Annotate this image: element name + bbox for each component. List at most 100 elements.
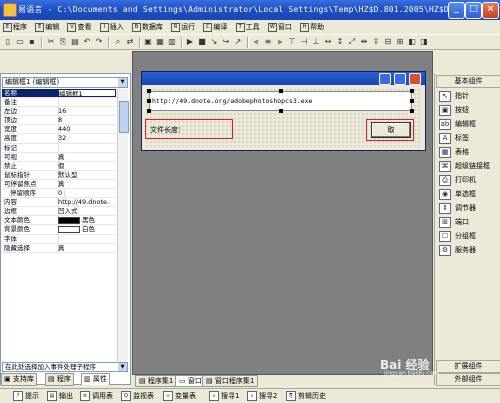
center-h-icon[interactable]: ⊟ [383,37,393,47]
menu-tools[interactable]: T 工具 [233,20,263,34]
property-row[interactable]: 文本颜色 黑色 [2,216,116,226]
tab-search1[interactable]: ⌕ 搜寻1 [209,391,239,401]
menu-run[interactable]: R 运行 [168,20,198,34]
property-row[interactable]: 名称 编辑框1 [2,89,116,99]
tab-assembly1[interactable]: ▤ 程序集1 [135,375,178,387]
property-row[interactable]: 可停留焦点真 [2,179,116,190]
component-label[interactable]: A 标签 [439,132,499,144]
basic-components-header[interactable]: 基本组件 [436,75,500,88]
menu-edit[interactable]: E 编辑 [32,20,62,34]
run-icon[interactable]: ▶ [185,37,195,47]
component-radio[interactable]: ◉ 单选框 [439,188,499,200]
step-over-icon[interactable]: ↪ [221,37,231,47]
copy-icon[interactable]: ⎘ [58,37,68,47]
property-row[interactable]: 字体 [2,234,116,244]
step-into-icon[interactable]: ↘ [209,37,219,47]
undo-icon[interactable]: ↶ [82,37,92,47]
property-row[interactable]: 内容 http://49.dnote. [2,198,116,208]
align-bottom-icon[interactable]: ⊥ [311,37,321,47]
hspace-icon[interactable]: ⇹ [359,37,369,47]
menu-view[interactable]: V 查看 [64,20,94,34]
find-icon[interactable]: ⌕ [113,37,123,47]
property-row[interactable]: 宽度 440 [2,125,116,135]
tab-search2[interactable]: ⌕ 搜寻2 [247,391,277,401]
bring-front-icon[interactable]: ◧ [407,37,417,47]
close-button[interactable]: × [482,2,499,19]
tab-program[interactable]: ▤ 程序 [45,373,74,386]
menu-help[interactable]: H 帮助 [297,20,327,34]
url-edit-box[interactable]: http://49.dnote.org/adobephotoshopcs3.ex… [149,91,412,111]
cut-icon[interactable]: ✂ [46,37,56,47]
property-row[interactable]: 标记 [2,143,116,153]
component-table[interactable]: ▦ 表格 [439,146,499,158]
stop-icon[interactable]: ■ [197,37,207,47]
component-port[interactable]: ⊞ 端口 [439,216,499,228]
property-row[interactable]: 背景颜色 白色 [2,225,116,235]
resize-handle[interactable] [147,99,151,103]
tab-clip-history[interactable]: ⎘ 剪辑历史 [286,391,326,401]
extended-components-header[interactable]: 扩展组件 [436,360,500,373]
resize-handle[interactable] [147,109,151,113]
component-pointer[interactable]: ↖ 指针 [439,90,499,102]
align-left-icon[interactable]: ⫷ [251,37,261,47]
new-icon[interactable]: ▯ [3,37,13,47]
component-hyperlink[interactable]: ⌘ 超级链接框 [439,160,499,172]
property-row[interactable]: 禁止假 [2,161,116,171]
vspace-icon[interactable]: ⇳ [371,37,381,47]
component-button[interactable]: ▣ 按钮 [439,104,499,116]
step-out-icon[interactable]: ↗ [233,37,243,47]
tab-variables[interactable]: ∞ 变量表 [163,391,196,401]
same-height-icon[interactable]: ↕ [335,37,345,47]
component-server[interactable]: ⚙ 服务器 [439,244,499,256]
minimize-button[interactable]: _ [448,2,465,19]
same-size-icon[interactable]: ⤢ [347,37,357,47]
align-middle-icon[interactable]: ⊣ [299,37,309,47]
property-row[interactable]: 备注 [2,98,116,108]
open-icon[interactable]: ▭ [15,37,25,47]
property-row[interactable]: 高度 32 [2,134,116,144]
redo-icon[interactable]: ↷ [94,37,104,47]
send-back-icon[interactable]: ◨ [419,37,429,47]
object-selector[interactable]: 编辑框1 (编辑框) ▼ [2,77,128,88]
chevron-down-icon[interactable]: ▼ [118,363,127,371]
chevron-down-icon[interactable]: ▼ [118,78,127,87]
property-row[interactable]: 顶边 8 [2,116,116,126]
component-groupbox[interactable]: ☐ 分组框 [439,230,499,242]
tab-properties[interactable]: ▥ 属性 [81,373,110,385]
tab-support-library[interactable]: ▣ 支持库 [1,373,37,386]
resize-handle[interactable] [147,89,151,93]
menu-compile[interactable]: C 编译 [200,20,230,34]
maximize-button[interactable]: □ [465,2,482,19]
align-right-icon[interactable]: ⫸ [275,37,285,47]
resize-handle[interactable] [410,99,414,103]
tab-call-stack[interactable]: ≡ 调用表 [80,391,113,401]
menu-database[interactable]: B 数据库 [129,20,166,34]
resize-handle[interactable] [279,109,283,113]
center-v-icon[interactable]: ⊞ [395,37,405,47]
menu-insert[interactable]: I 插入 [97,20,127,34]
component-spinner[interactable]: ⇕ 调节器 [439,202,499,214]
menu-window[interactable]: W 窗口 [265,20,295,34]
property-row[interactable]: 左边 16 [2,107,116,117]
layout3-icon[interactable]: ▥ [167,37,177,47]
save-icon[interactable]: ▪ [27,37,37,47]
property-row[interactable]: 鼠标指针 默认型 [2,170,116,180]
tab-watch[interactable]: Q 监视表 [121,391,154,401]
paste-icon[interactable]: ▤ [70,37,80,47]
align-top-icon[interactable]: ⊤ [287,37,297,47]
property-row[interactable]: 可视真 [2,152,116,162]
component-printer[interactable]: ⎙ 打印机 [439,174,499,186]
scroll-thumb[interactable] [119,101,129,133]
event-selector[interactable]: 在此处选择加入事件处理子程序 ▼ [2,362,128,372]
tab-tips[interactable]: ? 提示 [13,391,39,401]
tab-window-assembly1[interactable]: ▤ 窗口程序集1 [202,375,259,387]
same-width-icon[interactable]: ↔ [323,37,333,47]
layout2-icon[interactable]: ▦ [155,37,165,47]
align-center-icon[interactable]: ≡ [263,37,273,47]
property-row[interactable]: 边框 凹入式 [2,207,116,217]
replace-icon[interactable]: ⇄ [125,37,135,47]
property-row[interactable]: 停留顺序 0 [2,189,116,199]
property-scrollbar[interactable] [117,89,129,361]
resize-handle[interactable] [279,89,283,93]
resize-handle[interactable] [410,89,414,93]
